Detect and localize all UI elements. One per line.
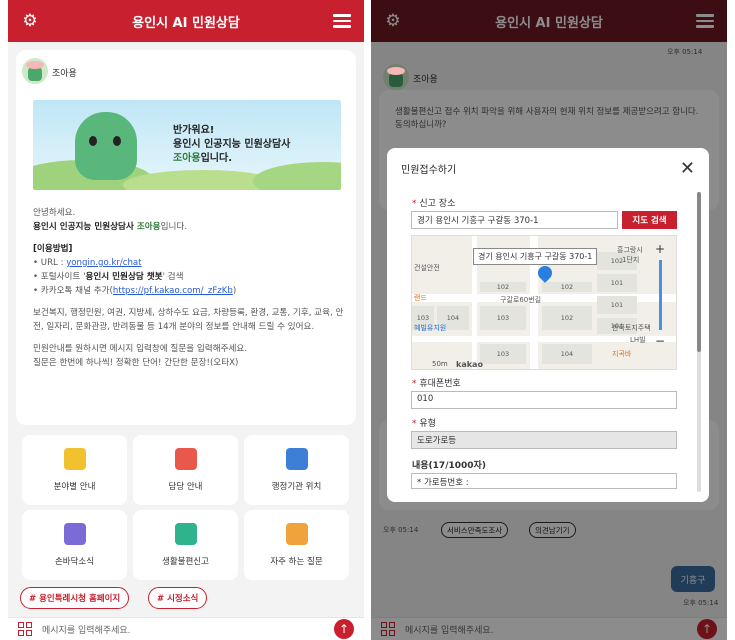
chat-panel-main: ⚙ 용인시 AI 민원상담 조아용 반가워요! 용인시 인공지능 민원상담사 조… [8, 0, 364, 640]
map-zoom-control: + − [650, 242, 670, 364]
clipboard-icon [63, 448, 86, 470]
location-map[interactable]: 104 103 102 101 103 104 101 102 102 104 … [411, 235, 677, 370]
map-scale: 50m [432, 360, 448, 368]
person-card-icon [174, 448, 197, 470]
modal-title: 민원접수하기 [401, 164, 457, 176]
close-icon[interactable]: ✕ [680, 158, 695, 179]
report-icon [174, 523, 197, 545]
map-pin-icon [285, 448, 308, 470]
content-field[interactable]: * 가로등번호 : [411, 473, 677, 489]
location-field[interactable]: 경기 용인시 기흥구 구갈동 370-1 [411, 211, 618, 229]
chip-city-news[interactable]: # 시정소식 [148, 587, 208, 609]
chat-panel-modal: ⚙ 용인시 AI 민원상담 오후 05:14 조아용 생활불편신고 접수 위치 … [371, 0, 727, 640]
menu-grid-icon[interactable] [18, 622, 32, 636]
menu-icon[interactable] [332, 11, 352, 31]
tile-staff-guide[interactable]: 담당 안내 [133, 435, 238, 505]
app-header: ⚙ 용인시 AI 민원상담 [8, 0, 364, 42]
zoom-in-button[interactable]: + [655, 242, 665, 256]
tile-faq[interactable]: 자주 하는 질문 [244, 510, 349, 580]
tile-office-location[interactable]: 행정기관 위치 [244, 435, 349, 505]
gear-icon[interactable]: ⚙ [20, 11, 40, 31]
location-pin-icon [535, 263, 555, 283]
app-title: 용인시 AI 민원상담 [132, 15, 240, 31]
send-button[interactable]: ↑ [334, 619, 354, 639]
banner-text: 반가워요! 용인시 인공지능 민원상담사 조아용입니다. [173, 125, 291, 164]
zoom-out-button[interactable]: − [655, 334, 665, 348]
bot-avatar [22, 58, 48, 84]
map-tooltip: 경기 용인시 기흥구 구갈동 370-1 [473, 248, 598, 265]
modal-scrollbar[interactable] [697, 192, 701, 492]
tile-life-report[interactable]: 생활불편신고 [133, 510, 238, 580]
location-label: * 신고 장소 [412, 199, 456, 209]
megaphone-icon [63, 523, 86, 545]
map-brand: kakao [456, 360, 483, 369]
message-bar: 메시지를 입력해주세요. ↑ [8, 617, 364, 640]
url-link[interactable]: yongin.go.kr/chat [66, 258, 141, 268]
dragon-mascot-icon [75, 112, 137, 180]
chip-homepage[interactable]: # 용인특례시청 홈페이지 [20, 587, 130, 609]
welcome-banner: 반가워요! 용인시 인공지능 민원상담사 조아용입니다. [33, 100, 341, 190]
phone-field[interactable]: 010 [411, 391, 677, 409]
map-search-button[interactable]: 지도 검색 [622, 211, 677, 229]
zoom-slider[interactable] [658, 260, 662, 330]
kakao-link[interactable]: https://pf.kakao.com/_zFzKb [113, 286, 233, 296]
phone-label: * 휴대폰번호 [412, 379, 461, 389]
modal-header: 민원접수하기 ✕ [387, 148, 709, 188]
pencil-note-icon [285, 523, 308, 545]
tile-field-guide[interactable]: 분야별 안내 [22, 435, 127, 505]
intro-text: 안녕하세요. 용인시 인공지능 민원상담사 조아용입니다. [이용방법] • U… [33, 208, 344, 368]
type-label: * 유형 [412, 419, 436, 429]
tile-palm-news[interactable]: 손바닥소식 [22, 510, 127, 580]
message-input[interactable]: 메시지를 입력해주세요. [42, 623, 324, 636]
bot-name: 조아용 [52, 69, 77, 79]
complaint-modal: 민원접수하기 ✕ * 신고 장소 경기 용인시 기흥구 구갈동 370-1 지도… [387, 148, 709, 502]
type-field: 도로가로등 [411, 431, 677, 449]
content-label: 내용(17/1000자) [412, 461, 486, 471]
